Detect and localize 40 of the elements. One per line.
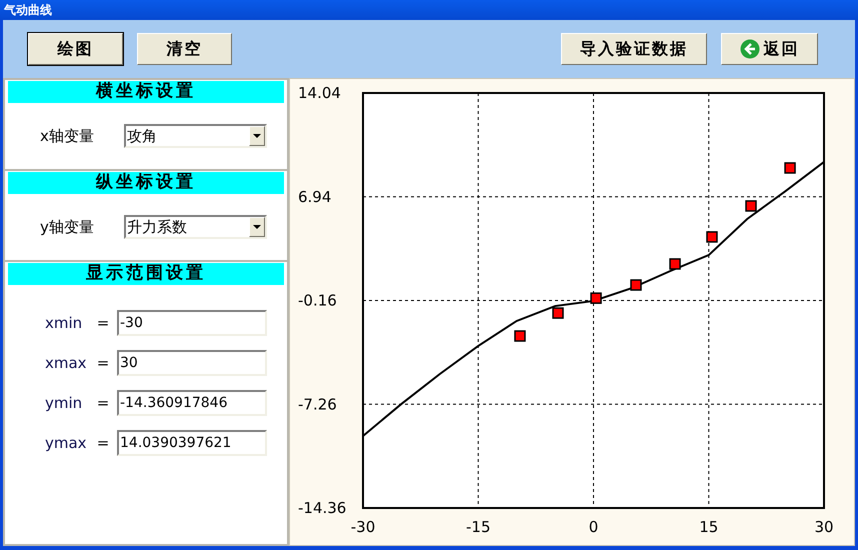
field-label: ymin xyxy=(45,392,84,414)
data-marker xyxy=(784,162,796,174)
equals-sign: = xyxy=(96,312,110,334)
equals-sign: = xyxy=(96,352,110,374)
toolbar-button[interactable]: 导入验证数据 xyxy=(561,33,707,65)
x-tick-label: 0 xyxy=(588,518,598,536)
section-header: 显示范围设置 xyxy=(8,263,284,285)
toolbar-button[interactable]: 绘图 xyxy=(28,33,123,65)
dropdown[interactable]: 攻角 xyxy=(124,124,267,148)
equals-sign: = xyxy=(96,392,110,414)
input-field[interactable]: 14.0390397621 xyxy=(117,430,267,456)
equals-sign: = xyxy=(96,432,110,454)
x-tick-label: 30 xyxy=(814,518,834,536)
data-marker xyxy=(552,307,564,319)
x-tick-label: -15 xyxy=(466,518,490,536)
window-title: 气动曲线 xyxy=(4,2,52,19)
field-label: ymax xyxy=(45,432,88,454)
y-tick-label: -14.36 xyxy=(298,499,346,517)
y-tick-label: 6.94 xyxy=(298,188,332,206)
field-label: x轴变量 xyxy=(40,126,95,147)
data-marker xyxy=(514,330,526,342)
data-marker xyxy=(669,258,681,270)
back-button[interactable]: 返回 xyxy=(721,33,818,65)
field-label: xmin xyxy=(45,312,84,334)
x-tick-label: 15 xyxy=(699,518,718,536)
input-field[interactable]: -14.360917846 xyxy=(117,390,267,416)
field-label: xmax xyxy=(45,352,88,374)
dropdown[interactable]: 升力系数 xyxy=(124,215,267,239)
section-header: 横坐标设置 xyxy=(8,81,284,103)
input-field[interactable]: 30 xyxy=(117,350,267,376)
data-marker xyxy=(745,200,757,212)
x-tick-label: -30 xyxy=(350,518,376,536)
input-field[interactable]: -30 xyxy=(117,310,267,336)
y-tick-label: 14.04 xyxy=(298,84,341,102)
field-label: y轴变量 xyxy=(40,216,95,238)
y-tick-label: -7.26 xyxy=(298,395,337,414)
toolbar-button[interactable]: 清空 xyxy=(137,33,232,65)
y-tick-label: -0.16 xyxy=(298,292,337,310)
data-marker xyxy=(630,279,642,291)
section-header: 纵坐标设置 xyxy=(8,172,284,194)
